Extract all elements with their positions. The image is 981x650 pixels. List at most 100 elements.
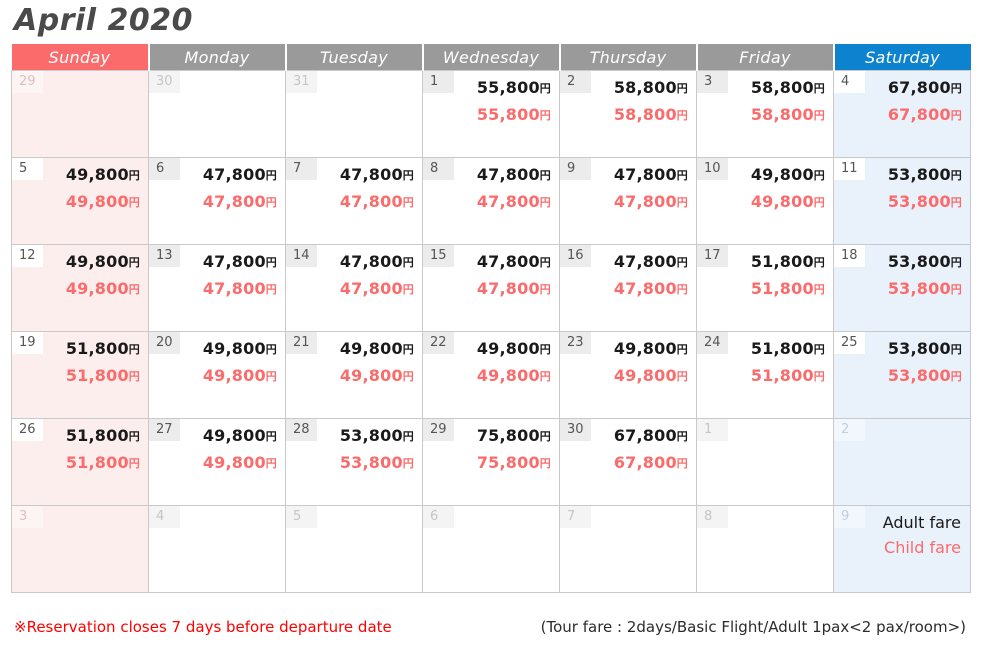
calendar-day-cell-outside: 30	[148, 70, 286, 158]
yen-symbol: 円	[813, 196, 825, 209]
yen-symbol: 円	[128, 430, 140, 443]
calendar-day-cell[interactable]: 19 51,800円 51,800円	[11, 331, 149, 419]
child-fare-amount: 58,800	[750, 105, 814, 124]
child-fare: 49,800円	[203, 450, 277, 477]
adult-fare-amount: 49,800	[613, 339, 677, 358]
calendar-day-cell[interactable]: 17 51,800円 51,800円	[696, 244, 834, 332]
calendar-day-cell[interactable]: 20 49,800円 49,800円	[148, 331, 286, 419]
child-fare-amount: 49,800	[202, 366, 266, 385]
fare-prices: 47,800円 47,800円	[203, 249, 277, 303]
yen-symbol: 円	[265, 196, 277, 209]
adult-fare-amount: 67,800	[887, 78, 951, 97]
calendar-day-cell[interactable]: 5 49,800円 49,800円	[11, 157, 149, 245]
fare-prices: 49,800円 49,800円	[203, 423, 277, 477]
calendar-day-cell[interactable]: 24 51,800円 51,800円	[696, 331, 834, 419]
calendar-day-cell[interactable]: 30 67,800円 67,800円	[559, 418, 697, 506]
yen-symbol: 円	[402, 283, 414, 296]
calendar-day-cell[interactable]: 3 58,800円 58,800円	[696, 70, 834, 158]
calendar-day-cell[interactable]: 21 49,800円 49,800円	[285, 331, 423, 419]
day-number: 8	[697, 506, 728, 528]
yen-symbol: 円	[950, 343, 962, 356]
yen-symbol: 円	[128, 196, 140, 209]
calendar-day-cell[interactable]: 10 49,800円 49,800円	[696, 157, 834, 245]
day-cell-inner: 8 47,800円 47,800円	[423, 158, 559, 244]
calendar-day-cell[interactable]: 14 47,800円 47,800円	[285, 244, 423, 332]
fare-prices: 47,800円 47,800円	[477, 162, 551, 216]
adult-fare: 49,800円	[66, 162, 140, 189]
child-fare: 49,800円	[203, 363, 277, 390]
yen-symbol: 円	[128, 256, 140, 269]
yen-symbol: 円	[402, 256, 414, 269]
fare-prices: 75,800円 75,800円	[477, 423, 551, 477]
reservation-notice: ※Reservation closes 7 days before depart…	[14, 618, 392, 636]
calendar-day-cell[interactable]: 11 53,800円 53,800円	[833, 157, 971, 245]
child-fare: 47,800円	[203, 189, 277, 216]
child-fare: 47,800円	[340, 189, 414, 216]
calendar-day-cell[interactable]: 18 53,800円 53,800円	[833, 244, 971, 332]
day-number: 30	[560, 419, 591, 441]
day-cell-inner: 10 49,800円 49,800円	[697, 158, 833, 244]
yen-symbol: 円	[813, 169, 825, 182]
calendar-day-cell[interactable]: 16 47,800円 47,800円	[559, 244, 697, 332]
day-number: 17	[697, 245, 728, 267]
fare-prices: 51,800円 51,800円	[66, 336, 140, 390]
fare-prices: 49,800円 49,800円	[66, 162, 140, 216]
yen-symbol: 円	[539, 82, 551, 95]
day-number: 9	[560, 158, 591, 180]
adult-fare-amount: 49,800	[476, 339, 540, 358]
adult-fare-amount: 47,800	[613, 165, 677, 184]
weekday-header-monday: Monday	[148, 44, 287, 71]
child-fare-amount: 75,800	[476, 453, 540, 472]
adult-fare: 49,800円	[340, 336, 414, 363]
day-number: 4	[149, 506, 180, 528]
adult-fare-amount: 53,800	[887, 165, 951, 184]
child-fare-amount: 51,800	[750, 279, 814, 298]
calendar-day-cell[interactable]: 2 58,800円 58,800円	[559, 70, 697, 158]
adult-fare-amount: 47,800	[202, 252, 266, 271]
calendar-day-cell[interactable]: 9 47,800円 47,800円	[559, 157, 697, 245]
calendar-day-cell[interactable]: 15 47,800円 47,800円	[422, 244, 560, 332]
child-fare-amount: 55,800	[476, 105, 540, 124]
day-number: 18	[834, 245, 865, 267]
yen-symbol: 円	[128, 343, 140, 356]
adult-fare: 53,800円	[888, 336, 962, 363]
calendar-day-cell[interactable]: 13 47,800円 47,800円	[148, 244, 286, 332]
adult-fare-amount: 55,800	[476, 78, 540, 97]
child-fare: 47,800円	[614, 189, 688, 216]
calendar-week-row: 5 49,800円 49,800円 6 47,800円 47,800円 7 47,800円 47…	[11, 157, 971, 245]
yen-symbol: 円	[265, 256, 277, 269]
calendar-day-cell[interactable]: 1 55,800円 55,800円	[422, 70, 560, 158]
child-fare: 51,800円	[66, 363, 140, 390]
yen-symbol: 円	[950, 256, 962, 269]
calendar-day-cell[interactable]: 22 49,800円 49,800円	[422, 331, 560, 419]
calendar-day-cell[interactable]: 12 49,800円 49,800円	[11, 244, 149, 332]
calendar-day-cell[interactable]: 26 51,800円 51,800円	[11, 418, 149, 506]
child-fare-amount: 49,800	[65, 192, 129, 211]
day-number: 3	[12, 506, 43, 528]
day-cell-inner: 28 53,800円 53,800円	[286, 419, 422, 505]
legend-child-fare: Child fare	[884, 538, 961, 557]
fare-prices: 47,800円 47,800円	[340, 162, 414, 216]
adult-fare: 58,800円	[614, 75, 688, 102]
calendar-day-cell[interactable]: 6 47,800円 47,800円	[148, 157, 286, 245]
calendar-day-cell[interactable]: 25 53,800円 53,800円	[833, 331, 971, 419]
fare-prices: 49,800円 49,800円	[340, 336, 414, 390]
child-fare-amount: 49,800	[613, 366, 677, 385]
child-fare: 53,800円	[888, 189, 962, 216]
calendar-day-cell[interactable]: 8 47,800円 47,800円	[422, 157, 560, 245]
yen-symbol: 円	[676, 457, 688, 470]
calendar-day-cell[interactable]: 7 47,800円 47,800円	[285, 157, 423, 245]
adult-fare-amount: 58,800	[613, 78, 677, 97]
fare-prices: 53,800円 53,800円	[888, 162, 962, 216]
calendar-day-cell[interactable]: 28 53,800円 53,800円	[285, 418, 423, 506]
adult-fare: 67,800円	[888, 75, 962, 102]
calendar-day-cell[interactable]: 29 75,800円 75,800円	[422, 418, 560, 506]
yen-symbol: 円	[265, 283, 277, 296]
day-cell-inner: 9 47,800円 47,800円	[560, 158, 696, 244]
calendar-day-cell[interactable]: 23 49,800円 49,800円	[559, 331, 697, 419]
day-cell-inner: 31	[286, 71, 422, 157]
child-fare-amount: 47,800	[613, 192, 677, 211]
day-cell-inner: 29	[12, 71, 148, 157]
calendar-day-cell[interactable]: 27 49,800円 49,800円	[148, 418, 286, 506]
calendar-day-cell[interactable]: 4 67,800円 67,800円	[833, 70, 971, 158]
